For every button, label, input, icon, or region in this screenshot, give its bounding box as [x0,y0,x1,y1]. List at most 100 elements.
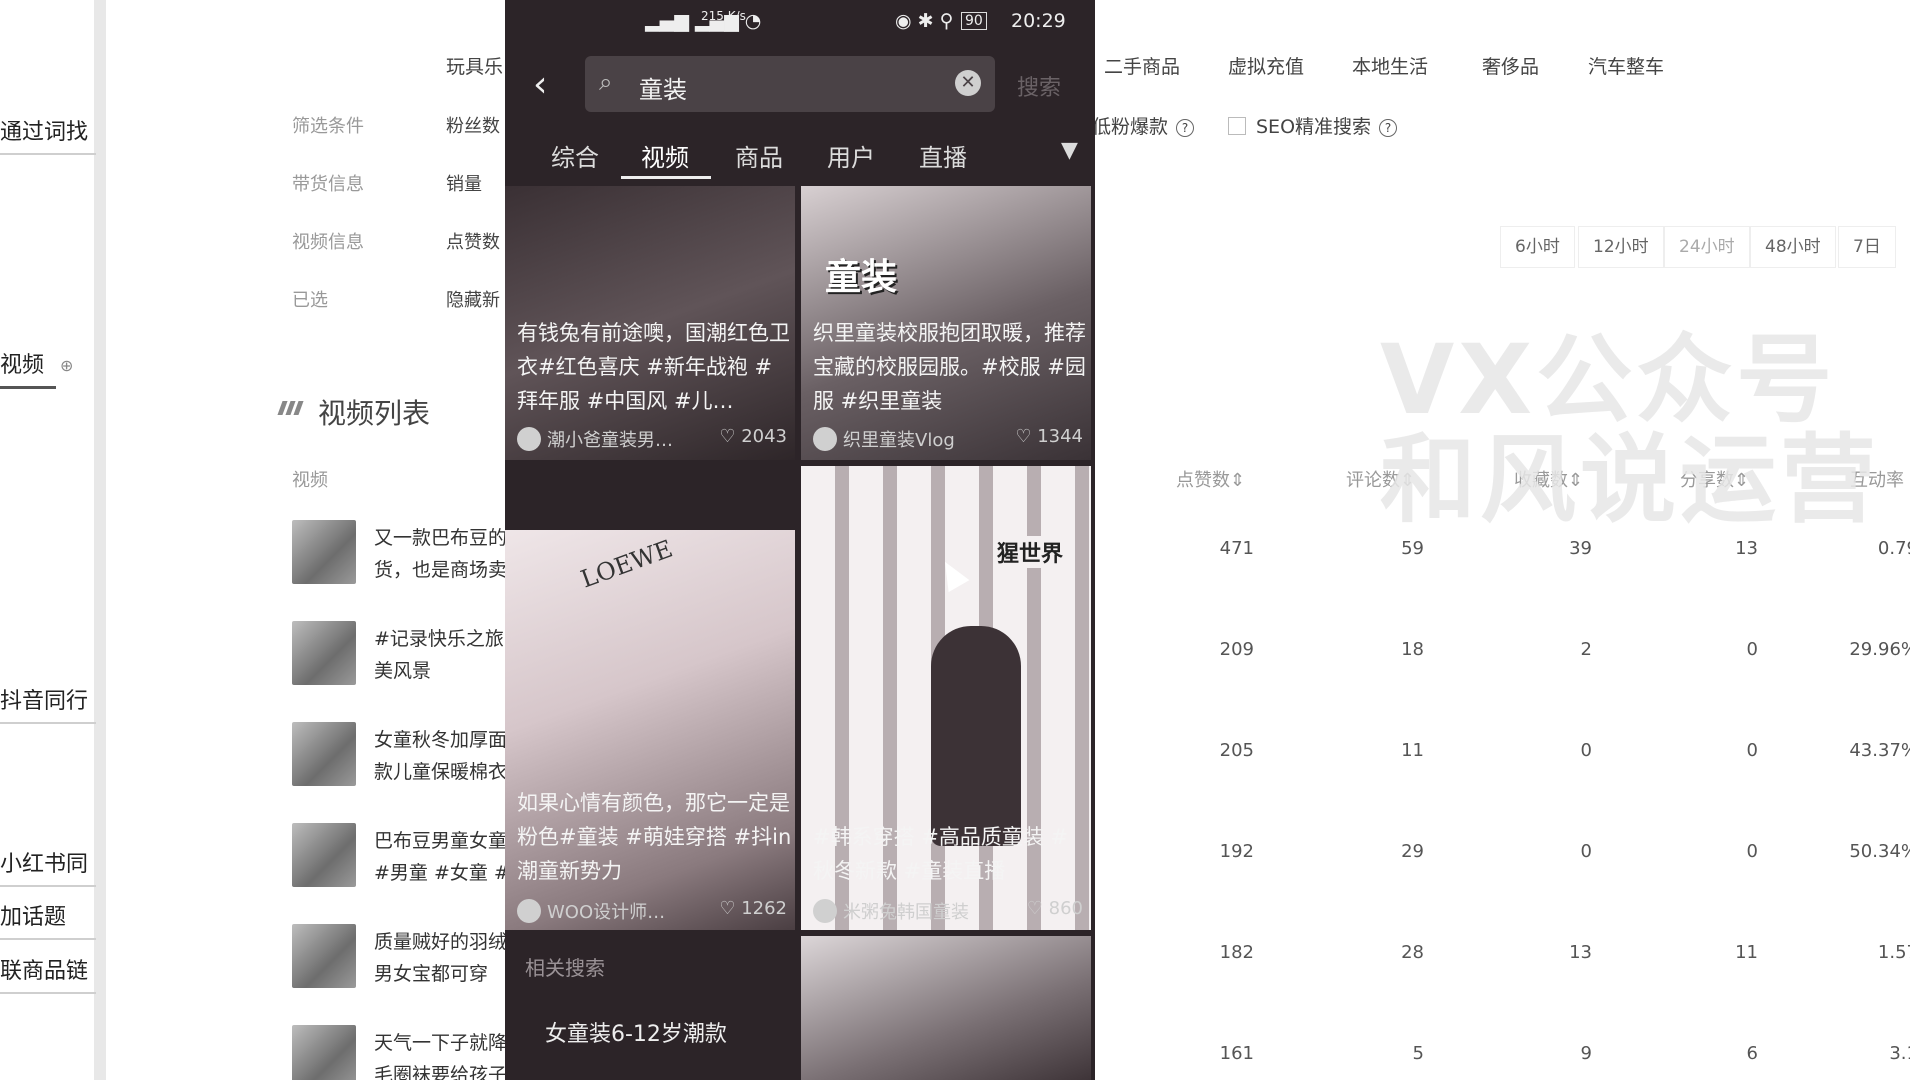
sidebar: 通过词找 视频 ⊕ 抖音同行 小红书同 加话题 联商品链 [0,0,106,1080]
rate-value: 0.79 [1877,538,1910,559]
rate-value: 50.34% [1849,841,1910,862]
tab-users[interactable]: 用户 [827,138,875,173]
sidebar-item-topic[interactable]: 加话题 [0,898,96,940]
video-card[interactable]: 猩世界 #韩系穿搭 #高品质童装 #秋冬新款 #童装直播 米粥兔韩国童装 ♡ 8… [801,466,1091,930]
video-title[interactable]: 质量贼好的羽绒 男女宝都可穿 [374,926,514,990]
likes-value: 182 [1219,942,1254,963]
search-input[interactable]: ⌕ 童装 ✕ [585,56,995,112]
time-6h[interactable]: 6小时 [1500,226,1575,268]
card-meta: 米粥兔韩国童装 ♡ 860 [813,898,1083,924]
tab-products[interactable]: 商品 [735,138,783,173]
related-search-item[interactable]: 女童装6-12岁潮款 [545,1016,727,1048]
sidebar-item-xiaohongshu[interactable]: 小红书同 [0,845,96,887]
video-title[interactable]: 天气一下子就降 毛圈袜要给孩子 [374,1027,514,1080]
likes-value: 161 [1219,1043,1254,1064]
low-fans-checkbox[interactable]: 低粉爆款? [1092,112,1195,139]
video-card[interactable]: LOEWE 如果心情有颜色，那它一定是粉色#童装 #萌娃穿搭 #抖in潮童新势力… [505,530,795,930]
favorites-value: 39 [1569,538,1592,559]
video-title[interactable]: 又一款巴布豆的 货，也是商场卖 [374,522,514,586]
shares-value: 0 [1746,740,1758,761]
card-likes: ♡ 860 [1026,898,1083,919]
card-caption: 有钱兔有前途噢，国潮红色卫衣#红色喜庆 #新年战袍 #拜年服 #中国风 #儿… [517,321,790,413]
category-luxury[interactable]: 奢侈品 [1482,52,1539,79]
rate-value: 3.1 [1889,1043,1910,1064]
favorites-value: 0 [1580,841,1592,862]
video-thumbnail[interactable] [292,823,356,887]
search-icon: ⌕ [599,68,613,96]
card-caption: 如果心情有颜色，那它一定是粉色#童装 #萌娃穿搭 #抖in潮童新势力 [517,791,792,883]
filter-hide-new[interactable]: 隐藏新 [446,286,506,312]
favorites-value: 2 [1580,639,1592,660]
filter-label-sales: 带货信息 [292,174,364,195]
filter-likes[interactable]: 点赞数 [446,228,506,254]
seo-label: SEO精准搜索 [1256,116,1372,138]
video-card[interactable] [801,936,1091,1080]
section-title: 视频列表 [318,397,431,430]
battery-icon: 90 [961,12,987,30]
time-48h[interactable]: 48小时 [1750,226,1836,268]
comments-value: 11 [1401,740,1424,761]
card-likes: ♡ 1262 [719,898,787,919]
help-icon[interactable]: ? [1379,119,1398,137]
clear-icon[interactable]: ✕ [955,70,981,96]
sidebar-item-video[interactable]: 视频 [0,346,56,389]
card-meta: WOO设计师… ♡ 1262 [517,898,787,924]
checkbox-box[interactable] [1228,117,1246,135]
video-card[interactable]: 童装 织里童装校服抱团取暖，推荐宝藏的校服园服。#校服 #园服 #织里童装 织里… [801,186,1091,460]
video-thumbnail[interactable] [292,520,356,584]
column-likes[interactable]: 点赞数⇕ [1176,466,1245,492]
likes-value: 205 [1219,740,1254,761]
shares-value: 6 [1746,1043,1758,1064]
tab-live[interactable]: 直播 [919,138,967,173]
section-title-icon [277,400,308,415]
sidebar-item-product-link[interactable]: 联商品链 [0,952,96,994]
search-tabs: 综合 视频 商品 用户 直播 ▼ [505,130,1095,180]
video-thumbnail[interactable] [292,621,356,685]
search-button[interactable]: 搜索 [1017,70,1061,102]
filter-fans[interactable]: 粉丝数 [446,112,506,138]
card-author: 潮小爸童装男… [547,430,673,451]
video-thumbnail[interactable] [292,1025,356,1080]
favorites-value: 13 [1569,942,1592,963]
time-7d[interactable]: 7日 [1838,226,1896,268]
shares-value: 0 [1746,841,1758,862]
seo-checkbox[interactable]: SEO精准搜索? [1228,112,1398,139]
video-thumbnail[interactable] [292,722,356,786]
shares-value: 13 [1735,538,1758,559]
column-likes-label: 点赞数 [1176,470,1230,491]
status-bar: 215 K/s ▂▄▆ ▂▄▆ ◔ ◉ ✱ ⚲ 90 20:29 [505,0,1095,44]
shares-value: 11 [1735,942,1758,963]
low-fans-label: 低粉爆款 [1092,116,1169,138]
watermark: VX公众号 和风说运营 [1380,324,1880,536]
video-thumbnail[interactable] [292,924,356,988]
comments-value: 18 [1401,639,1424,660]
add-icon[interactable]: ⊕ [60,356,73,375]
sidebar-item-douyin[interactable]: 抖音同行 [0,682,96,724]
category-virtual[interactable]: 虚拟充值 [1228,52,1304,79]
category-local[interactable]: 本地生活 [1352,52,1428,79]
video-title[interactable]: 女童秋冬加厚面 款儿童保暖棉衣 [374,724,514,788]
time-24h[interactable]: 24小时 [1664,226,1750,268]
status-time: 20:29 [1011,10,1066,32]
video-title[interactable]: 巴布豆男童女童 #男童 #女童 # [374,825,514,889]
category-cars[interactable]: 汽车整车 [1588,52,1664,79]
time-12h[interactable]: 12小时 [1578,226,1664,268]
category-toys[interactable]: 玩具乐 [446,52,503,79]
sidebar-item-keyword[interactable]: 通过词找 [0,113,96,155]
tab-overall[interactable]: 综合 [551,138,599,173]
filter-sales[interactable]: 销量 [446,170,506,196]
card-image [801,936,1091,1080]
card-overlay-text: 猩世界 [997,536,1064,568]
search-query: 童装 [639,76,687,104]
category-secondhand[interactable]: 二手商品 [1104,52,1180,79]
video-card[interactable]: 有钱兔有前途噢，国潮红色卫衣#红色喜庆 #新年战袍 #拜年服 #中国风 #儿… … [505,186,795,460]
card-meta: 潮小爸童装男… ♡ 2043 [517,426,787,452]
sort-icon[interactable]: ⇕ [1230,470,1245,491]
back-icon[interactable]: ‹ [533,64,547,105]
tab-video[interactable]: 视频 [641,138,689,173]
phone-screen: 215 K/s ▂▄▆ ▂▄▆ ◔ ◉ ✱ ⚲ 90 20:29 ‹ ⌕ 童装 … [505,0,1095,1080]
filter-icon[interactable]: ▼ [1061,138,1078,163]
favorites-value: 0 [1580,740,1592,761]
help-icon[interactable]: ? [1176,119,1195,137]
video-title[interactable]: #记录快乐之旅 美风景 [374,623,514,687]
